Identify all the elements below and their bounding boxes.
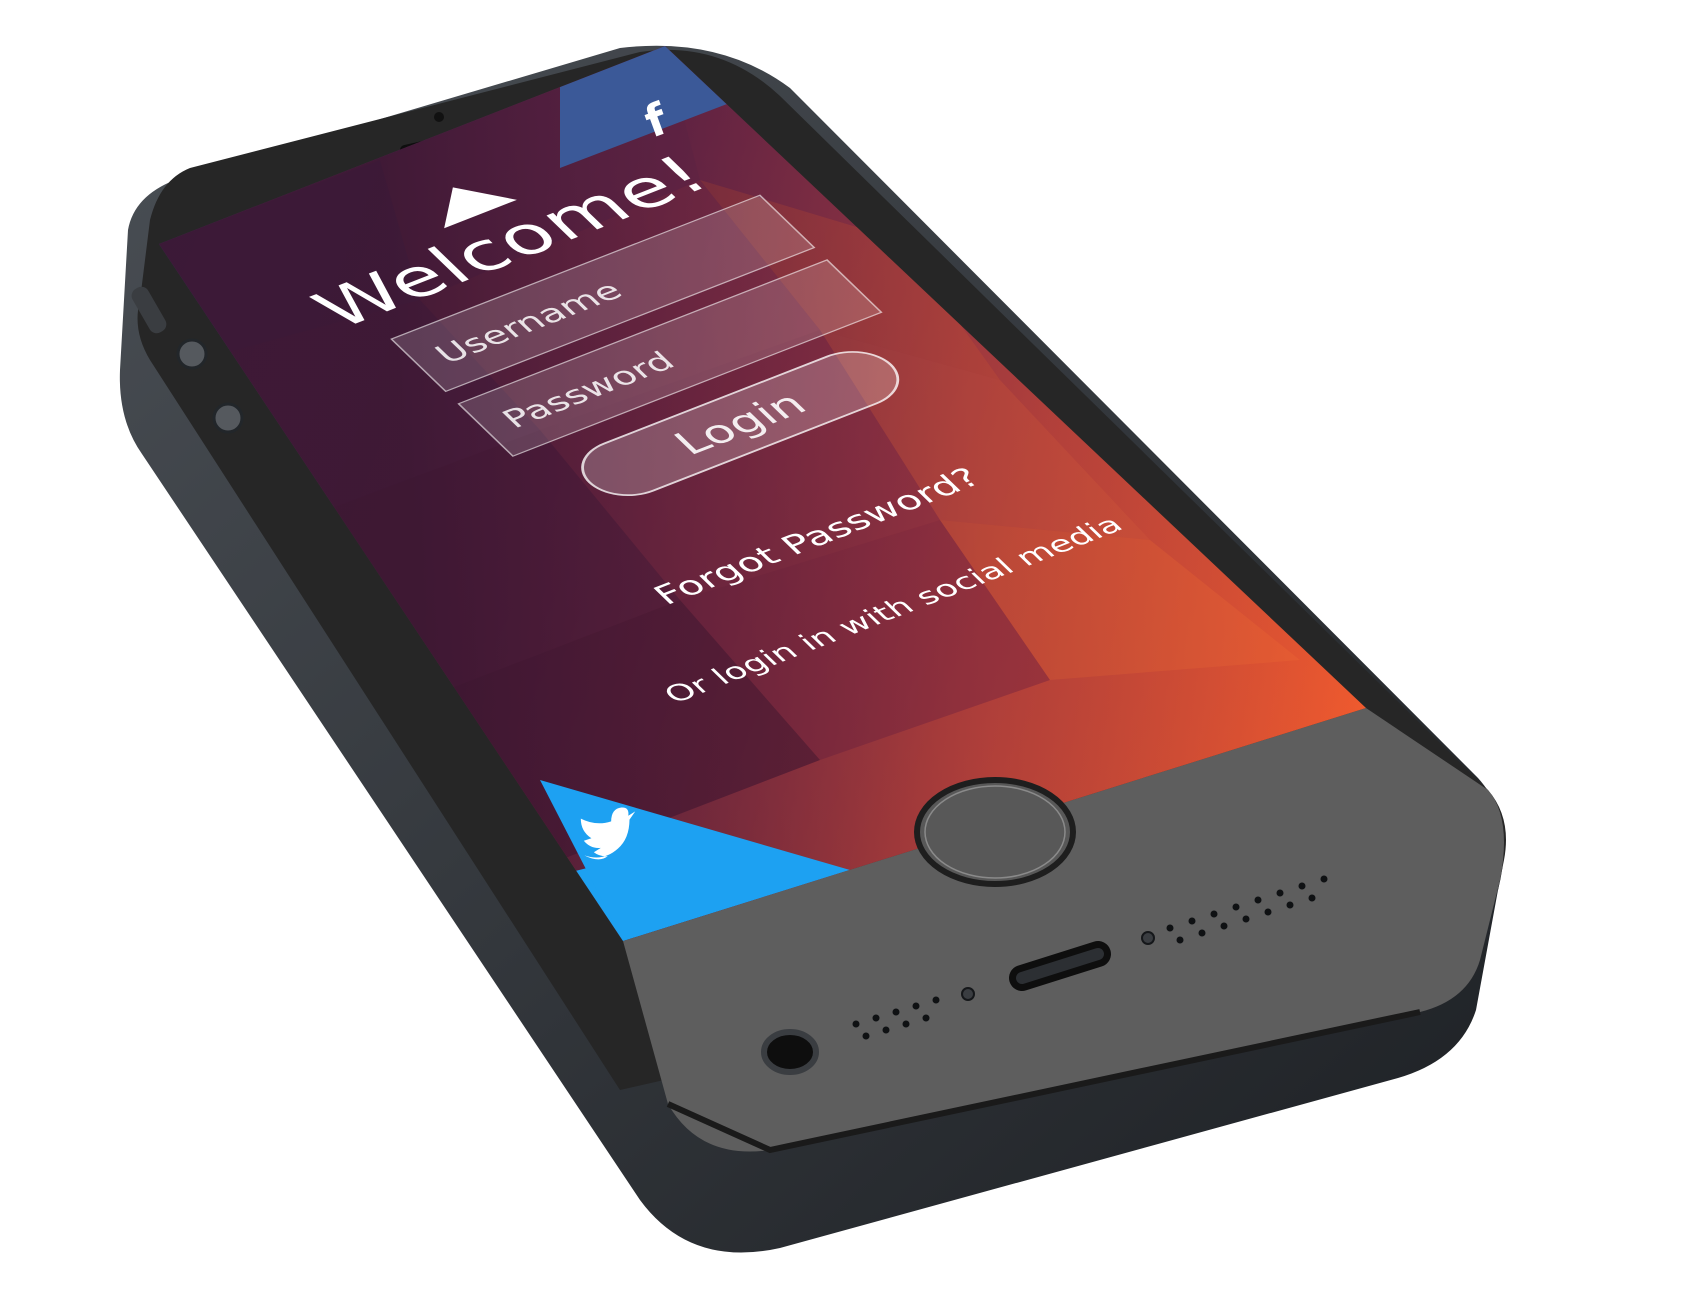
front-camera — [434, 112, 444, 122]
phone-mockup-stage: f Welcome! Login Forgot — [0, 0, 1686, 1306]
volume-up-button — [176, 338, 208, 370]
volume-down-button — [212, 402, 244, 434]
home-button — [914, 777, 1076, 887]
screw-left — [961, 987, 975, 1001]
headphone-jack — [761, 1029, 819, 1075]
screw-right — [1141, 931, 1155, 945]
